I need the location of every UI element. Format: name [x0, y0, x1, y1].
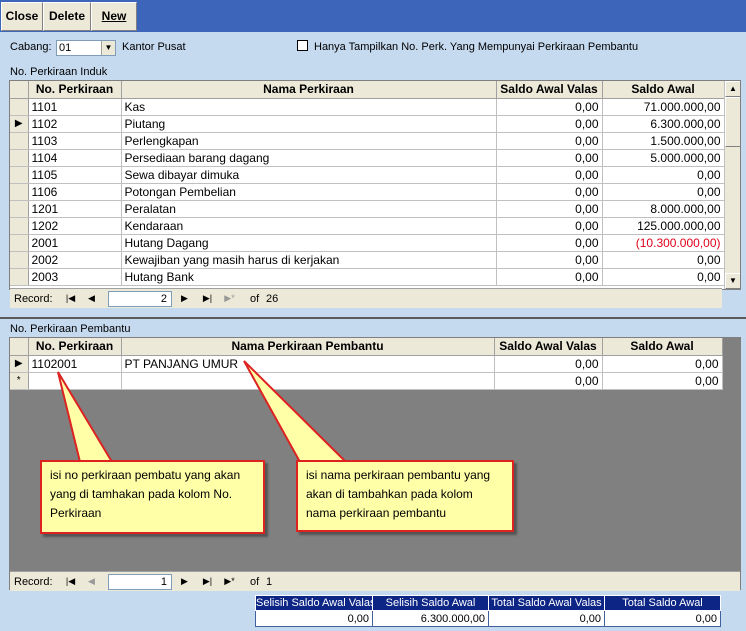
- totals-value: 0,00: [255, 610, 373, 627]
- right-callout-pointer: [243, 360, 349, 463]
- callout-pointers: [57, 360, 349, 463]
- right-callout-text: isi nama perkiraan pembantu yang akan di…: [306, 468, 491, 520]
- totals-value: 6.300.000,00: [372, 610, 489, 627]
- totals-header: Total Saldo Awal: [604, 595, 721, 611]
- totals-table: Selisih Saldo Awal Valas Selisih Saldo A…: [255, 595, 721, 627]
- totals-value: 0,00: [604, 610, 721, 627]
- left-callout: isi no perkiraan pembatu yang akan yang …: [40, 460, 265, 534]
- left-callout-text: isi no perkiraan pembatu yang akan yang …: [50, 468, 241, 520]
- right-callout: isi nama perkiraan pembantu yang akan di…: [296, 460, 514, 532]
- totals-value: 0,00: [488, 610, 605, 627]
- totals-header: Total Saldo Awal Valas: [488, 595, 605, 611]
- totals-header: Selisih Saldo Awal: [372, 595, 489, 611]
- left-callout-pointer: [57, 371, 114, 463]
- totals-header: Selisih Saldo Awal Valas: [255, 595, 373, 611]
